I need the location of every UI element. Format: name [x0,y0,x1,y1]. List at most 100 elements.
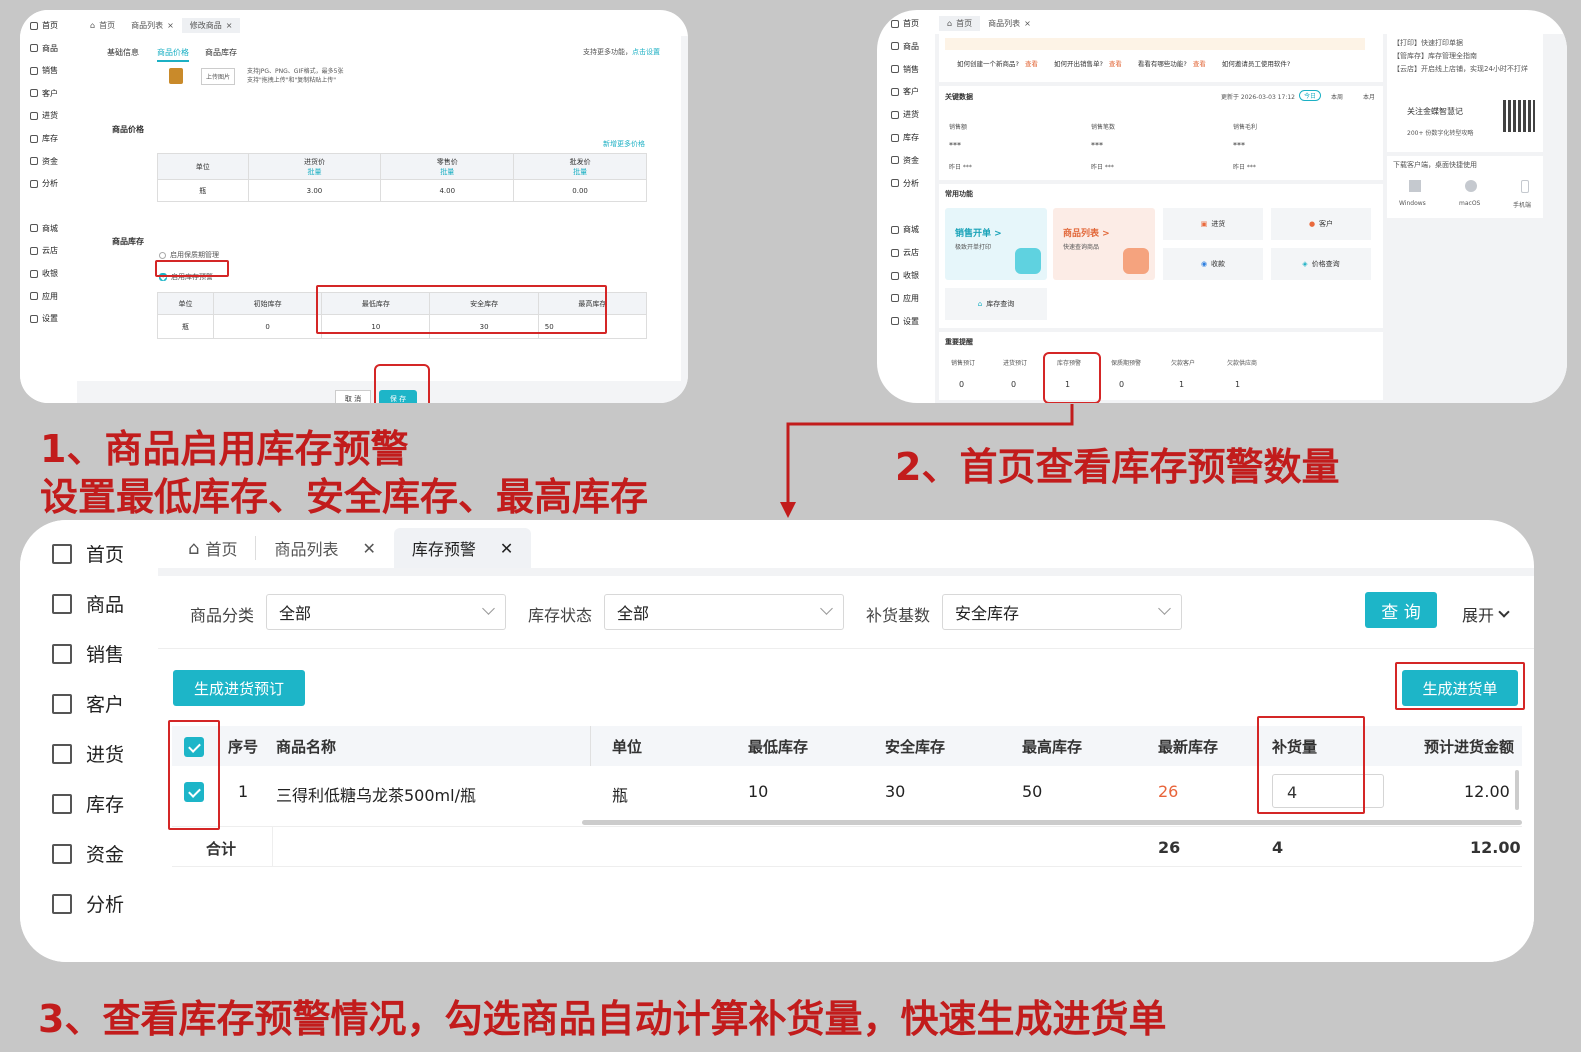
period-today[interactable]: 今日 [1299,90,1322,101]
news-item[interactable]: 【管库存】库存管理全指南 [1393,51,1477,61]
sidebar-item[interactable]: 商城 [30,223,58,234]
subtab-basic[interactable]: 基础信息 [107,47,139,58]
add-price-link[interactable]: 新增更多价格 [603,139,645,149]
sidebar-item[interactable]: 商品 [52,590,124,617]
tab-edit-product[interactable]: 修改商品 × [181,17,241,33]
news-item[interactable]: 【云店】开启线上店铺，实现24小时不打烊 [1393,64,1533,74]
apple-icon[interactable] [1465,180,1477,192]
close-icon[interactable]: ✕ [500,539,513,558]
price-query-button[interactable]: ◈ 价格查询 [1271,248,1371,280]
period-month[interactable]: 本月 [1363,92,1375,101]
cancel-button[interactable]: 取 消 [335,390,371,403]
close-icon[interactable]: × [1024,19,1031,28]
sidebar-item[interactable]: 客户 [891,86,919,97]
sidebar-item[interactable]: 收银 [891,270,919,281]
sidebar-item[interactable]: 资金 [891,155,919,166]
tab-product-list[interactable]: 商品列表 × [123,18,182,33]
sales-order-card[interactable]: 销售开单 > 极致开单打印 [945,208,1047,280]
stock-status-select[interactable]: 全部 [604,594,844,630]
period-week[interactable]: 本周 [1331,92,1343,101]
sidebar-item[interactable]: 资金 [30,156,58,167]
tab-stock-warning[interactable]: 库存预警 ✕ [393,528,532,568]
receive-button[interactable]: ◉ 收款 [1163,248,1263,280]
reminder-label[interactable]: 进货预订 [1003,358,1027,367]
sidebar-item[interactable]: 库存 [30,133,58,144]
sidebar-item[interactable]: 首页 [891,18,919,29]
sidebar-item[interactable]: 进货 [52,740,124,767]
close-icon[interactable]: × [226,21,233,30]
price-cell[interactable]: 4.00 [380,179,515,202]
sidebar-item[interactable]: 库存 [52,790,124,817]
tab-product-list[interactable]: 商品列表 × [980,16,1039,31]
stock-cell[interactable]: 0 [212,314,323,339]
sidebar-item[interactable]: 应用 [891,293,919,304]
settings-link[interactable]: 点击设置 [632,48,660,56]
generate-purchase-reservation-button[interactable]: 生成进货预订 [173,670,305,706]
sidebar-item[interactable]: 销售 [30,65,58,76]
sidebar-item[interactable]: 首页 [30,20,58,31]
sidebar-item[interactable]: 销售 [52,640,124,667]
sidebar-item[interactable]: 进货 [30,110,58,121]
tab-home[interactable]: ⌂ 首页 [170,536,255,560]
phone-icon[interactable] [1521,180,1529,193]
reminder-value[interactable]: 0 [1011,380,1016,389]
reminder-value[interactable]: 1 [1235,380,1240,389]
upload-button[interactable]: 上传图片 [201,68,236,85]
sidebar-item[interactable]: 库存 [891,132,919,143]
reminder-value[interactable]: 1 [1179,380,1184,389]
reminder-value[interactable]: 0 [959,380,964,389]
sidebar-item[interactable]: 分析 [52,890,124,917]
reminder-label[interactable]: 欠款供应商 [1227,358,1257,367]
faq-view-link[interactable]: 查看 [1025,58,1038,68]
tab-home[interactable]: ⌂ 首页 [939,15,981,31]
close-icon[interactable]: ✕ [362,539,375,558]
faq-item[interactable]: 如何开出销售单? [1044,58,1103,68]
stock-query-button[interactable]: ⌂ 库存查询 [945,288,1047,320]
tab-home[interactable]: ⌂ 首页 [82,18,123,33]
horizontal-scrollbar[interactable] [582,820,1522,825]
sidebar-item[interactable]: 资金 [52,840,124,867]
tab-product-list[interactable]: 商品列表 ✕ [255,536,393,560]
reminder-label[interactable]: 销售预订 [951,358,975,367]
faq-item[interactable]: 如何邀请员工使用软件? [1212,58,1290,68]
sidebar-item[interactable]: 设置 [891,316,919,327]
sidebar-item[interactable]: 收银 [30,268,58,279]
reminder-label[interactable]: 保质期预警 [1111,358,1141,367]
replenish-base-select[interactable]: 安全库存 [942,594,1182,630]
customer-button[interactable]: ● 客户 [1271,208,1371,240]
expiry-option[interactable]: 启用保质期管理 [159,250,219,260]
close-icon[interactable]: × [167,21,174,30]
faq-view-link[interactable]: 查看 [1109,58,1122,68]
subtab-stock[interactable]: 商品库存 [205,47,237,58]
sidebar-item[interactable]: 应用 [30,291,58,302]
sidebar-item[interactable]: 客户 [30,88,58,99]
news-item[interactable]: 【打印】快速打印单据 [1393,38,1463,48]
sidebar-item[interactable]: 分析 [891,178,919,189]
sidebar-item[interactable]: 进货 [891,109,919,120]
subtab-price[interactable]: 商品价格 [157,47,189,62]
expand-toggle[interactable]: 展开 [1462,602,1510,626]
faq-item[interactable]: 如何创建一个新商品? [947,58,1019,68]
query-button[interactable]: 查 询 [1365,592,1437,628]
vertical-scrollbar[interactable] [1515,770,1519,810]
reminder-label[interactable]: 欠款客户 [1171,358,1195,367]
product-list-card[interactable]: 商品列表 > 快速查询商品 [1053,208,1155,280]
sidebar-item[interactable]: 首页 [52,540,124,567]
sidebar-item[interactable]: 客户 [52,690,124,717]
sidebar-item[interactable]: 设置 [30,313,58,324]
faq-item[interactable]: 看看有哪些功能? [1128,58,1187,68]
price-cell[interactable]: 0.00 [513,179,647,202]
category-select[interactable]: 全部 [266,594,506,630]
reminder-value[interactable]: 0 [1119,380,1124,389]
sidebar-item[interactable]: 云店 [891,247,919,258]
sidebar-item[interactable]: 销售 [891,64,919,75]
purchase-button[interactable]: ▣ 进货 [1163,208,1263,240]
sidebar-item[interactable]: 分析 [30,178,58,189]
sidebar-item[interactable]: 商城 [891,224,919,235]
price-cell[interactable]: 3.00 [247,179,382,202]
windows-icon[interactable] [1409,180,1421,192]
sidebar-item[interactable]: 商品 [30,43,58,54]
sidebar-item[interactable]: 云店 [30,245,58,256]
faq-view-link[interactable]: 查看 [1193,58,1206,68]
sidebar-item[interactable]: 商品 [891,41,919,52]
